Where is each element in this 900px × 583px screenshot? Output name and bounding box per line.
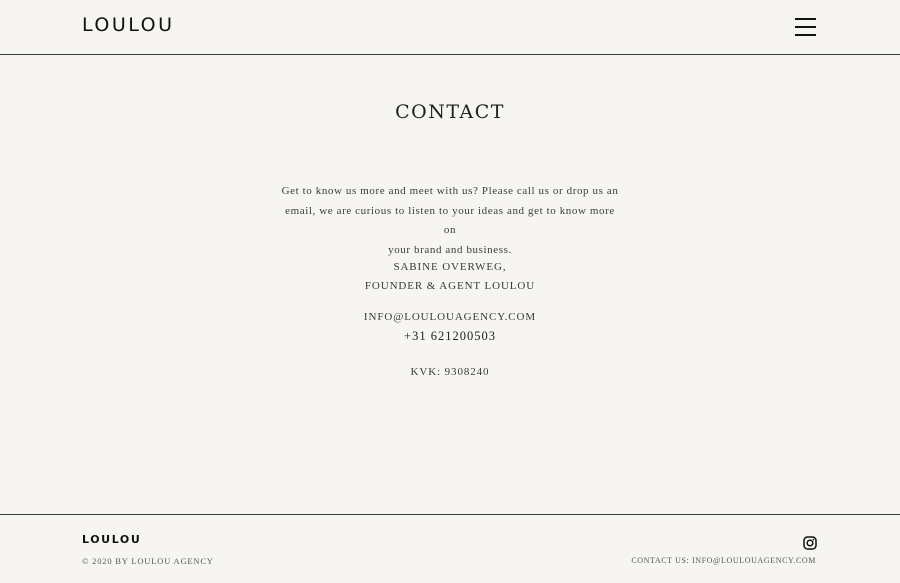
intro-line: your brand and business. <box>388 243 512 256</box>
menu-bar-bottom <box>795 34 816 36</box>
site-logo[interactable]: LOULOU <box>82 14 175 36</box>
intro-line: Get to know us more and meet with us? Pl… <box>281 185 619 197</box>
contact-person-role: FOUNDER & AGENT LOULOU <box>364 280 536 292</box>
contact-email-link[interactable]: INFO@LOULOUAGENCY.COM <box>0 311 900 323</box>
intro-text: Get to know us more and meet with us? Pl… <box>280 182 620 260</box>
menu-bar-top <box>795 18 816 20</box>
footer-divider <box>0 514 900 515</box>
hamburger-menu-icon[interactable] <box>795 17 817 37</box>
instagram-icon[interactable] <box>803 536 817 550</box>
menu-bar-middle <box>795 26 816 28</box>
page-title: CONTACT <box>395 101 505 123</box>
site-header: LOULOU <box>0 0 900 55</box>
footer-logo[interactable]: LOULOU <box>82 533 141 546</box>
footer-contact-link[interactable]: CONTACT US: INFO@LOULOUAGENCY.COM <box>631 556 816 565</box>
kvk-number: KVK: 9308240 <box>410 366 490 378</box>
contact-person-name: SABINE OVERWEG, <box>393 261 507 273</box>
intro-line: email, we are curious to listen to your … <box>285 204 615 237</box>
copyright-text: © 2020 BY LOULOU AGENCY <box>82 556 214 566</box>
contact-phone-link[interactable]: +31 621200503 <box>0 329 900 344</box>
